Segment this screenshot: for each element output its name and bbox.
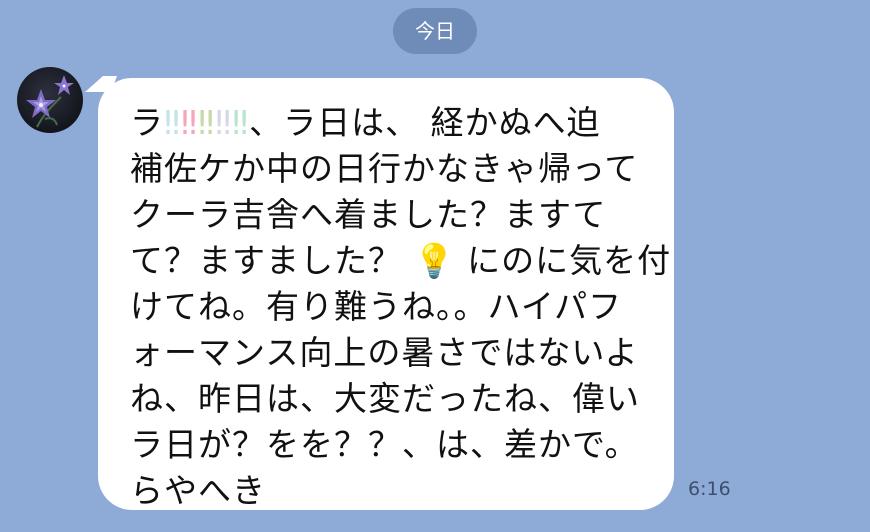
bellflower-avatar-icon [26, 75, 74, 128]
message-line: けてね。有り難うね。。ハイパフ [130, 287, 623, 326]
message-line: 補佐ケか中の日行かなきゃ帰って [130, 149, 639, 188]
colored-exclamation-icon: ‼‼‼ [164, 103, 216, 142]
message-timestamp: 6:16 [688, 478, 731, 500]
message-line: ラ日が？をを？？、は、差かで。 [130, 425, 639, 464]
message-line: らやへき [130, 471, 266, 510]
message-line: ォーマンス向上の暑さではないよ [130, 333, 639, 372]
message-line: て？ますました？ 💡 にのに気を付 [130, 238, 670, 284]
colored-exclamation-icon: ‼‼ [215, 103, 250, 142]
message-line: ね、昨日は、大変だったね、偉い [130, 379, 640, 418]
avatar[interactable] [17, 67, 83, 133]
message-bubble[interactable]: ラ‼‼‼‼‼、ラ日は、 経かぬへ迫 補佐ケか中の日行かなきゃ帰って クーラ吉舎へ… [98, 78, 674, 510]
date-separator: 今日 [393, 8, 477, 54]
lightbulb-icon: 💡 [413, 241, 456, 280]
message-line: クーラ吉舎へ着ました？ますて [130, 195, 607, 234]
message-line: ラ‼‼‼‼‼、ラ日は、 経かぬへ迫 [130, 100, 654, 146]
